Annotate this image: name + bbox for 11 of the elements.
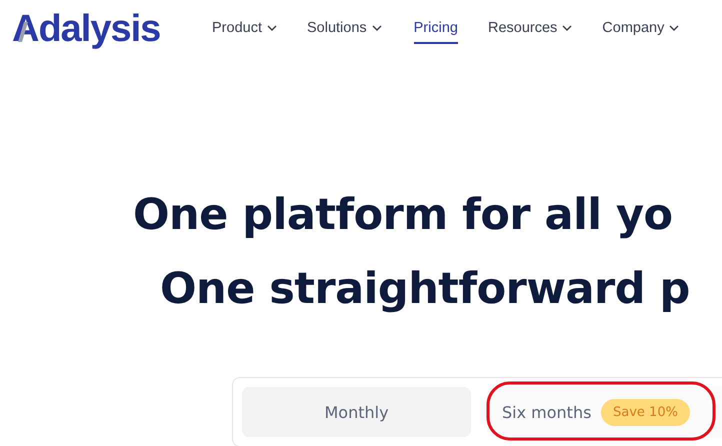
nav-link[interactable]: Company: [602, 14, 680, 44]
nav-link[interactable]: Product: [212, 14, 277, 44]
nav-link[interactable]: Solutions: [306, 14, 382, 44]
nav-link[interactable]: Pricing: [414, 14, 458, 44]
billing-option[interactable]: Monthly: [242, 387, 471, 437]
headline: One straightforward p: [159, 263, 691, 316]
logo-slash-icon: [18, 22, 28, 42]
logo[interactable]: Adalysis: [12, 8, 164, 50]
headline: One platform for all yo: [132, 189, 674, 242]
nav-link[interactable]: Resources: [488, 14, 572, 44]
discount-badge: Save 10%: [601, 399, 690, 426]
